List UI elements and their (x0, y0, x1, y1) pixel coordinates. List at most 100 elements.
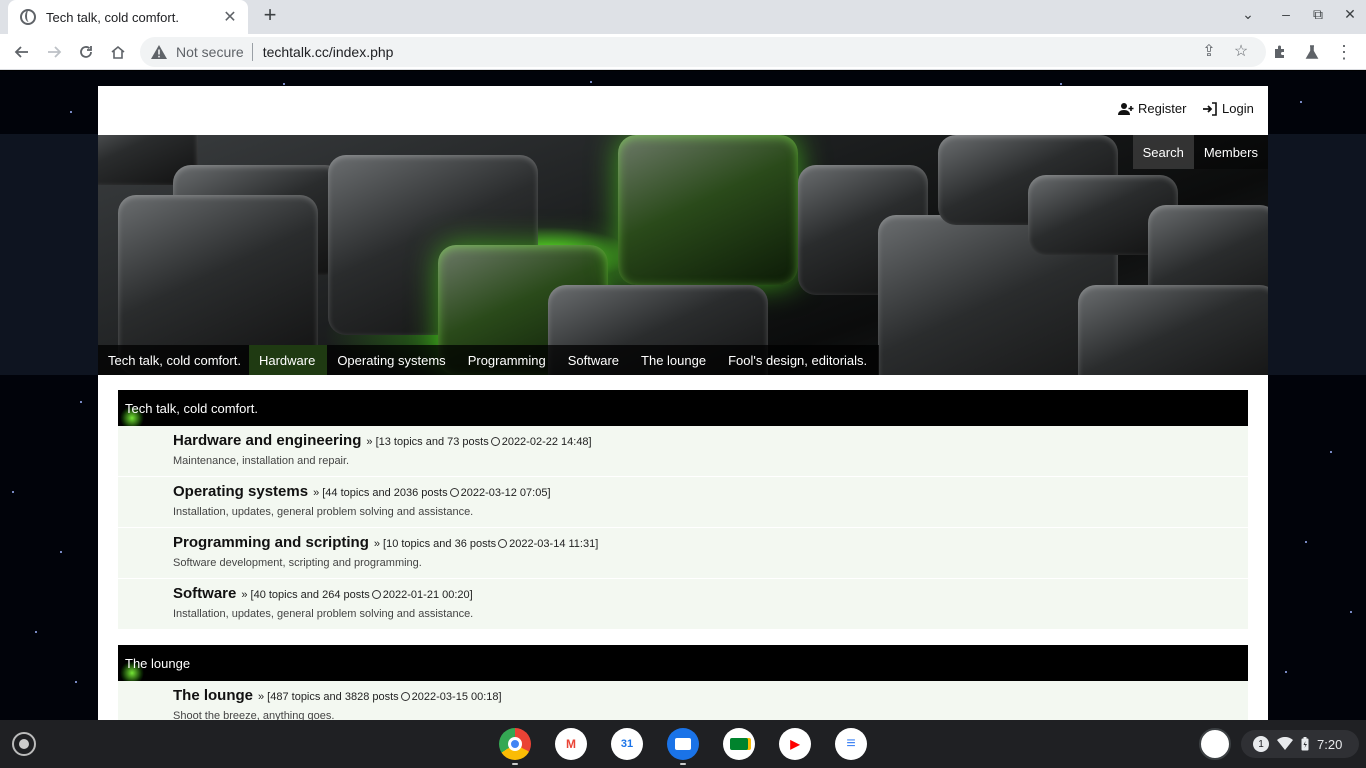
nav-item-software[interactable]: Software (558, 345, 631, 375)
close-window-icon[interactable]: ✕ (1340, 6, 1360, 23)
share-icon[interactable]: ⇪ (1200, 43, 1218, 61)
warning-icon[interactable] (150, 44, 168, 60)
last-post-time: 2022-02-22 14:48] (501, 436, 592, 448)
forum-link[interactable]: The lounge (173, 687, 253, 704)
notification-count-badge[interactable]: 1 (1253, 736, 1269, 752)
wifi-icon (1277, 737, 1293, 750)
tab-search-icon[interactable]: ⌄ (1238, 6, 1258, 23)
banner-cube-glowing (618, 135, 798, 285)
menu-kebab-icon[interactable]: ⋮ (1332, 40, 1356, 64)
category-the-lounge: The lounge The lounge » [487 topics and … (118, 645, 1248, 720)
battery-icon (1301, 737, 1309, 751)
forum-description: Maintenance, installation and repair. (173, 455, 350, 467)
category-header[interactable]: Tech talk, cold comfort. (118, 390, 1248, 426)
forum-counts: » [487 topics and 3828 posts (258, 691, 399, 703)
gmail-app-icon[interactable]: M (555, 728, 587, 760)
youtube-app-icon[interactable]: ▶ (779, 728, 811, 760)
login-link[interactable]: Login (1202, 101, 1254, 116)
login-label: Login (1222, 101, 1254, 116)
last-post-time: 2022-03-12 07:05] (460, 487, 551, 499)
new-tab-button[interactable]: + (258, 4, 282, 28)
category-title: The lounge (125, 655, 191, 671)
banner-nav: Search Members (1132, 135, 1268, 169)
labs-flask-icon[interactable] (1300, 40, 1324, 64)
calendar-app-icon[interactable]: 31 (611, 728, 643, 760)
members-link[interactable]: Members (1193, 135, 1268, 169)
nav-item-home[interactable]: Tech talk, cold comfort. (98, 345, 249, 375)
forum-site: Register Login Search Members Tech talk,… (98, 86, 1268, 720)
category-title: Tech talk, cold comfort. (125, 400, 258, 416)
register-link[interactable]: Register (1118, 101, 1186, 116)
forum-row-the-lounge: The lounge » [487 topics and 3828 posts 2… (118, 681, 1248, 720)
back-icon[interactable] (10, 40, 34, 64)
forum-counts: » [10 topics and 36 posts (373, 538, 497, 550)
home-icon[interactable] (106, 40, 130, 64)
reload-icon[interactable] (74, 40, 98, 64)
status-area[interactable]: 1 7:20 (1241, 730, 1359, 758)
clock-icon (371, 590, 381, 599)
browser-tab[interactable]: Tech talk, cold comfort. ✕ (8, 0, 248, 34)
category-header[interactable]: The lounge (118, 645, 1248, 681)
nav-item-operating-systems[interactable]: Operating systems (327, 345, 457, 375)
forum-counts: » [40 topics and 264 posts (241, 589, 370, 601)
sign-in-icon (1203, 101, 1217, 116)
files-app-icon[interactable] (667, 728, 699, 760)
restore-icon[interactable]: ⧉ (1308, 6, 1328, 23)
launcher-icon[interactable] (12, 732, 36, 756)
clock-icon (490, 437, 500, 446)
forum-link[interactable]: Programming and scripting (173, 534, 369, 551)
chrome-app-icon[interactable] (499, 728, 531, 760)
not-secure-label[interactable]: Not secure (176, 44, 244, 60)
clock-icon (400, 692, 410, 701)
camera-glyph (730, 738, 748, 750)
url-text[interactable]: techtalk.cc/index.php (263, 44, 394, 60)
minimize-icon[interactable]: – (1276, 6, 1296, 22)
forum-description: Installation, updates, general problem s… (173, 506, 474, 518)
system-shelf: M 31 ▶ ≡ (0, 720, 1366, 768)
account-avatar[interactable] (1199, 728, 1231, 760)
forum-stats: » [40 topics and 264 posts 2022-01-21 00:… (241, 589, 472, 601)
tab-title: Tech talk, cold comfort. (46, 9, 179, 25)
tab-strip: Tech talk, cold comfort. ✕ + ⌄ – ⧉ ✕ (0, 0, 1366, 34)
clock-icon (498, 539, 508, 548)
search-link[interactable]: Search (1132, 135, 1194, 169)
meet-app-icon[interactable] (723, 728, 755, 760)
docs-app-icon[interactable]: ≡ (835, 728, 867, 760)
forum-row-software: Software » [40 topics and 264 posts 2022-… (118, 579, 1248, 630)
address-divider (251, 43, 253, 61)
forum-link[interactable]: Operating systems (173, 483, 308, 500)
forum-description: Shoot the breeze, anything goes. (173, 710, 335, 720)
user-plus-icon (1118, 102, 1134, 115)
address-bar[interactable]: Not secure techtalk.cc/index.php ⇪ ☆ (140, 37, 1266, 67)
folder-glyph (675, 738, 691, 750)
running-indicator (512, 763, 518, 765)
clock-icon (449, 488, 459, 497)
forum-counts: » [44 topics and 2036 posts (313, 487, 448, 499)
last-post-time: 2022-03-15 00:18] (411, 691, 502, 703)
main-nav: Tech talk, cold comfort. Hardware Operat… (98, 345, 880, 375)
category-tech-talk: Tech talk, cold comfort. Hardware and en… (118, 390, 1248, 630)
web-page: Register Login Search Members Tech talk,… (0, 71, 1366, 720)
clock-time: 7:20 (1317, 736, 1343, 752)
nav-item-fools-design[interactable]: Fool's design, editorials. (718, 345, 879, 375)
forum-stats: » [13 topics and 73 posts 2022-02-22 14:4… (366, 436, 591, 448)
last-post-time: 2022-01-21 00:20] (382, 589, 473, 601)
extensions-icon[interactable] (1268, 40, 1292, 64)
nav-item-hardware[interactable]: Hardware (248, 345, 328, 375)
tab-close-button[interactable]: ✕ (222, 7, 238, 27)
chrome-center (508, 737, 522, 751)
nav-item-programming[interactable]: Programming (458, 345, 558, 375)
forum-link[interactable]: Hardware and engineering (173, 432, 361, 449)
forward-icon[interactable] (42, 40, 66, 64)
forum-link[interactable]: Software (173, 585, 236, 602)
top-bar: Register Login (98, 86, 1268, 135)
nav-item-the-lounge[interactable]: The lounge (631, 345, 718, 375)
forum-row-hardware: Hardware and engineering » [13 topics an… (118, 426, 1248, 477)
forum-row-programming: Programming and scripting » [10 topics a… (118, 528, 1248, 579)
bookmark-star-icon[interactable]: ☆ (1232, 43, 1250, 61)
browser-toolbar: Not secure techtalk.cc/index.php ⇪ ☆ ⋮ (0, 34, 1366, 70)
forum-stats: » [487 topics and 3828 posts 2022-03-15 0… (258, 691, 502, 703)
last-post-time: 2022-03-14 11:31] (509, 538, 599, 550)
header-banner: Search Members Tech talk, cold comfort. … (98, 135, 1268, 375)
forum-row-operating-systems: Operating systems » [44 topics and 2036 … (118, 477, 1248, 528)
